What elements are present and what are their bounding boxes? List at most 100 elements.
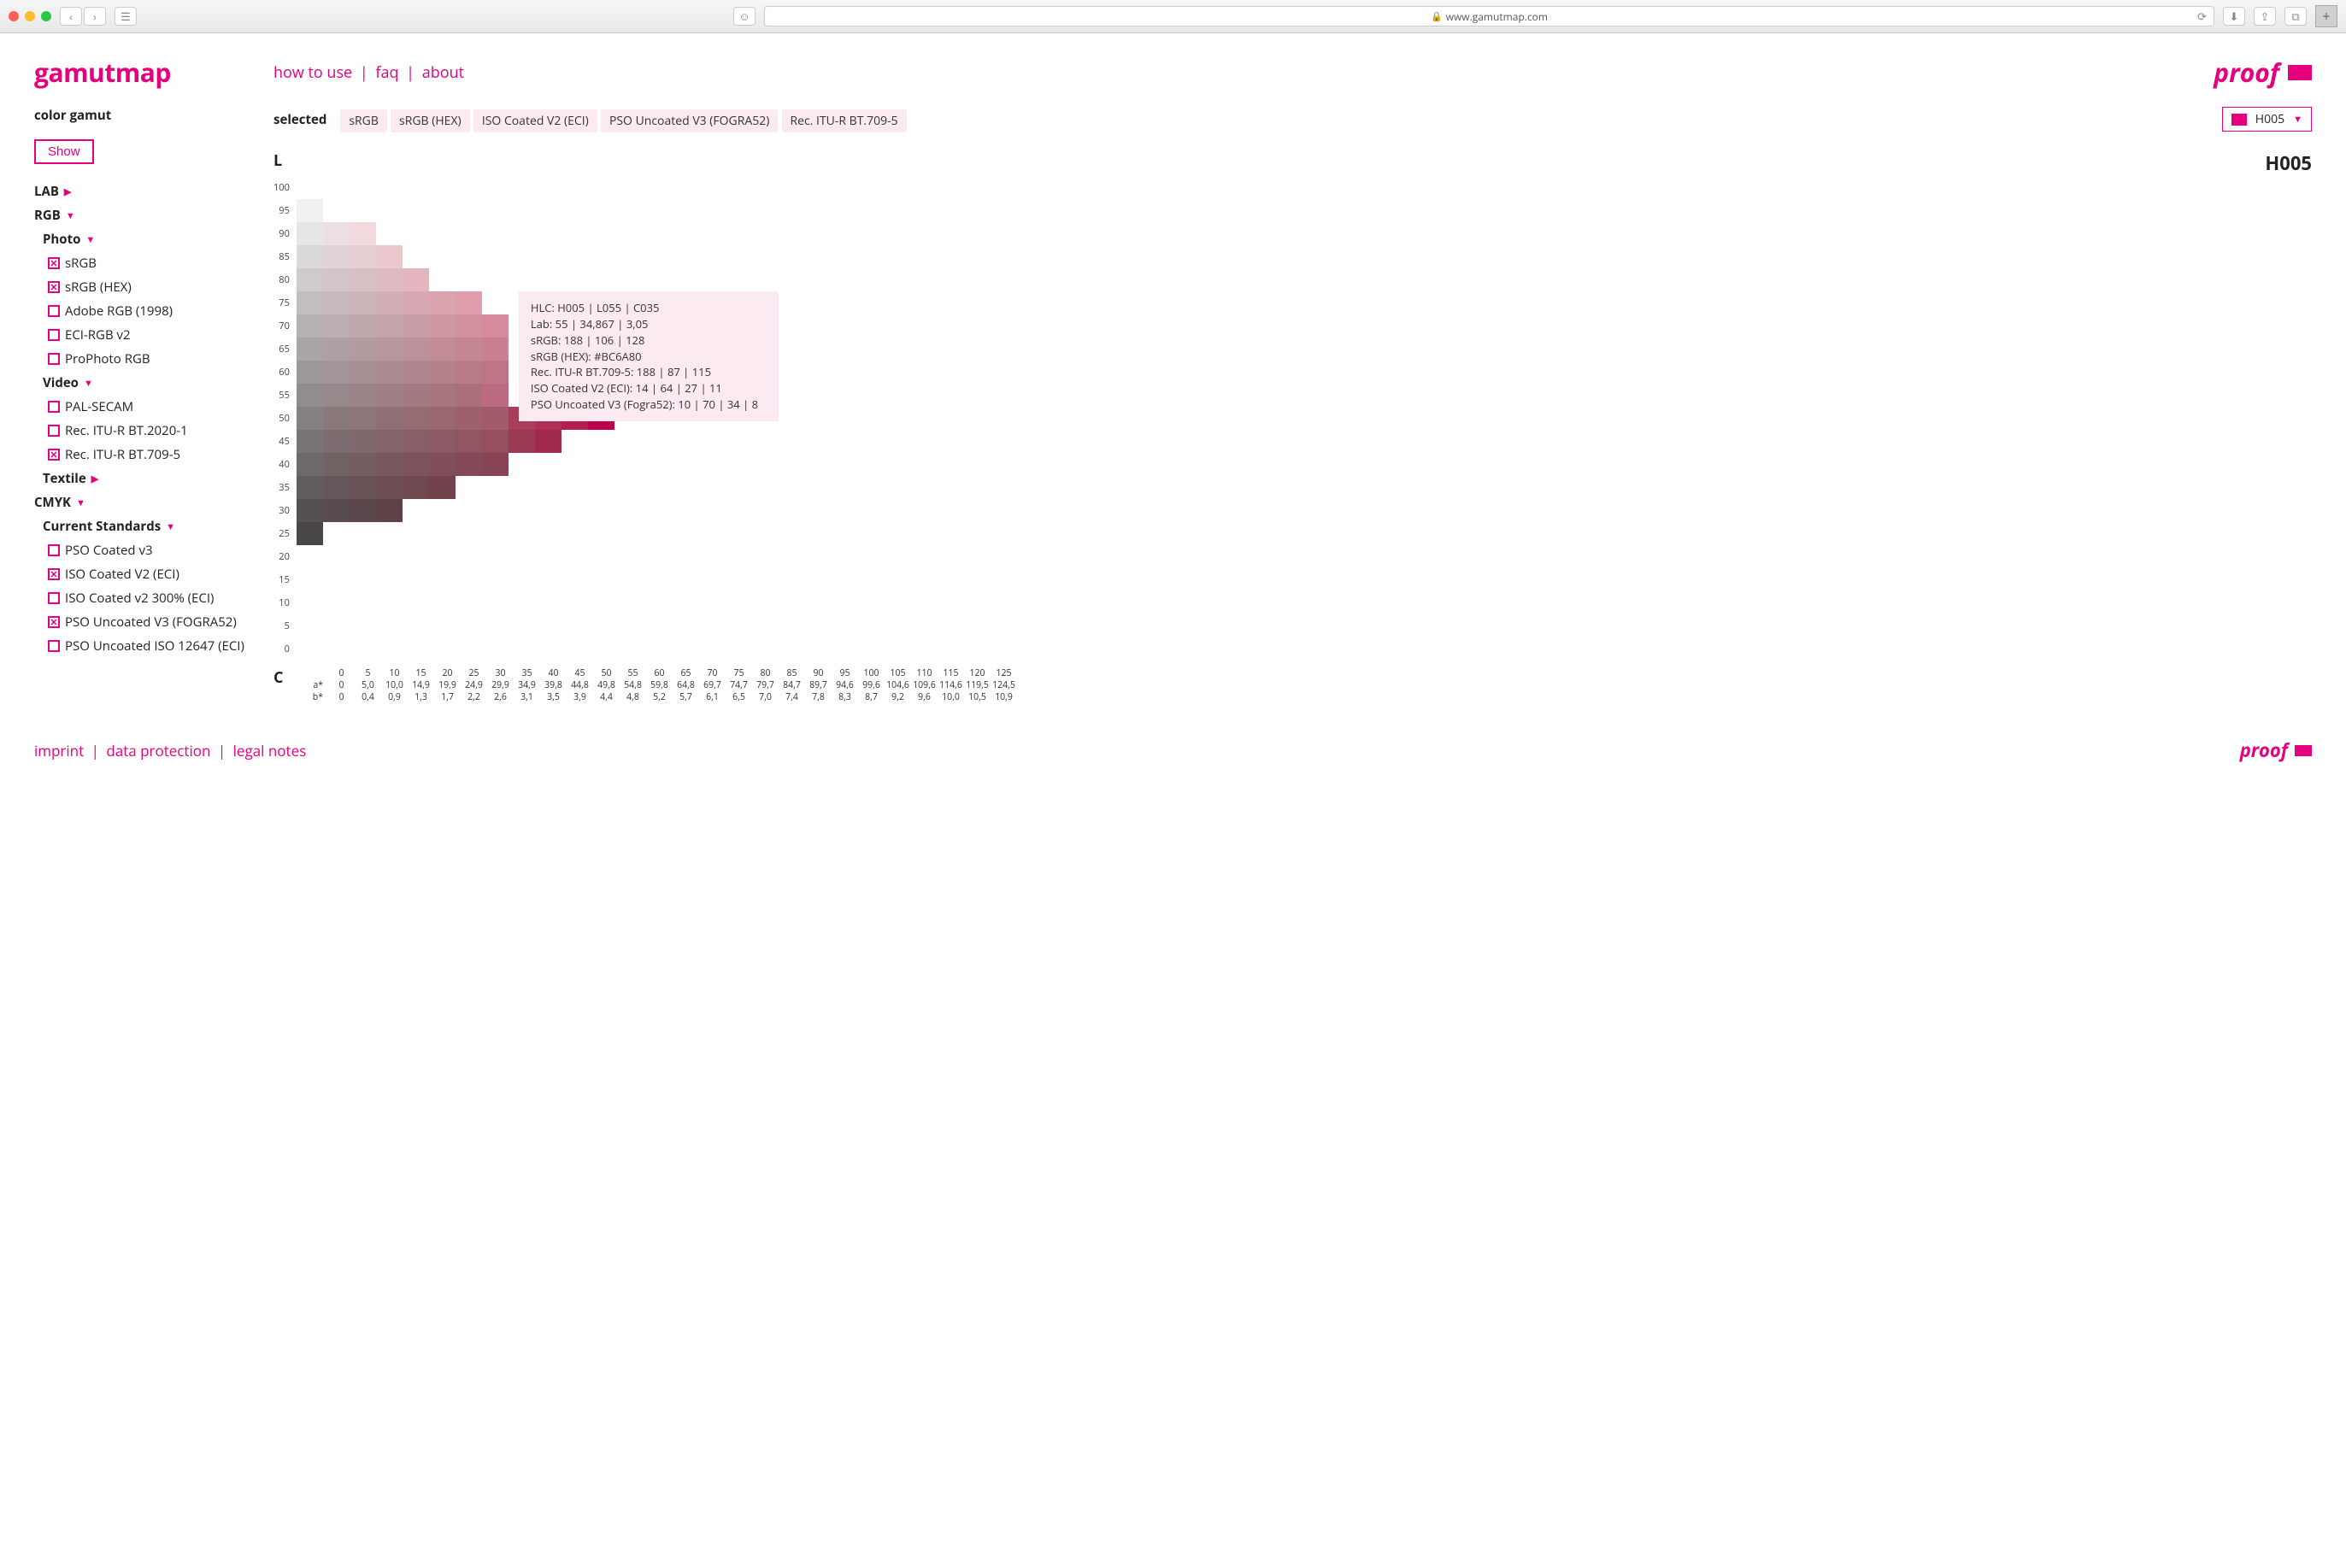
gamut-cell[interactable] [350, 361, 376, 384]
proof-logo[interactable]: proof [2214, 55, 2312, 90]
gamut-cell[interactable] [323, 361, 350, 384]
gamut-cell[interactable] [350, 384, 376, 407]
gamut-cell[interactable] [456, 291, 482, 314]
gamut-cell[interactable] [323, 476, 350, 499]
download-button[interactable]: ⬇ [2223, 7, 2245, 26]
gamut-cell[interactable] [376, 291, 403, 314]
checkbox-prophoto[interactable]: ProPhoto RGB [34, 347, 256, 371]
gamut-cell[interactable] [456, 407, 482, 430]
gamut-cell[interactable] [297, 245, 323, 268]
gamut-cell[interactable] [429, 476, 456, 499]
gamut-cell[interactable] [297, 476, 323, 499]
gamut-cell[interactable] [482, 338, 509, 361]
gamut-cell[interactable] [376, 407, 403, 430]
gamut-cell[interactable] [429, 338, 456, 361]
gamut-cell[interactable] [297, 199, 323, 222]
zoom-window-icon[interactable] [41, 11, 51, 21]
chip-iso-coated-v2-eci-[interactable]: ISO Coated V2 (ECI) [473, 109, 597, 132]
chip-rec-itu-r-bt-709-5[interactable]: Rec. ITU-R BT.709-5 [782, 109, 907, 132]
gamut-cell[interactable] [482, 453, 509, 476]
gamut-cell[interactable] [429, 291, 456, 314]
gamut-cell[interactable] [403, 476, 429, 499]
gamut-cell[interactable] [350, 314, 376, 338]
tree-lab[interactable]: LAB▶ [34, 179, 256, 203]
chip-pso-uncoated-v3-fogra52-[interactable]: PSO Uncoated V3 (FOGRA52) [601, 109, 778, 132]
tree-photo[interactable]: Photo▼ [34, 227, 256, 251]
gamut-cell[interactable] [403, 338, 429, 361]
gamut-cell[interactable] [297, 453, 323, 476]
gamut-cell[interactable] [429, 384, 456, 407]
gamut-cell[interactable] [482, 314, 509, 338]
gamut-cell[interactable] [376, 268, 403, 291]
gamut-cell[interactable] [376, 338, 403, 361]
gamut-cell[interactable] [297, 361, 323, 384]
link-how-to-use[interactable]: how to use [273, 62, 352, 83]
gamut-cell[interactable] [482, 407, 509, 430]
gamut-cell[interactable] [535, 430, 562, 453]
gamut-cell[interactable] [323, 222, 350, 245]
gamut-cell[interactable] [376, 430, 403, 453]
link-faq[interactable]: faq [375, 62, 398, 83]
checkbox-pso-uncoated[interactable]: PSO Uncoated V3 (FOGRA52) [34, 610, 256, 634]
gamut-cell[interactable] [429, 430, 456, 453]
checkbox-bt709[interactable]: Rec. ITU-R BT.709-5 [34, 443, 256, 467]
forward-button[interactable]: › [84, 7, 106, 26]
gamut-cell[interactable] [350, 453, 376, 476]
close-window-icon[interactable] [9, 11, 19, 21]
checkbox-srgb-hex[interactable]: sRGB (HEX) [34, 275, 256, 299]
gamut-cell[interactable] [297, 291, 323, 314]
gamut-cell[interactable] [376, 499, 403, 522]
tree-current-standards[interactable]: Current Standards▼ [34, 514, 256, 538]
checkbox-bt2020[interactable]: Rec. ITU-R BT.2020-1 [34, 419, 256, 443]
tabs-button[interactable]: ⧉ [2284, 7, 2307, 26]
reader-button[interactable]: ☺ [733, 7, 756, 26]
gamut-cell[interactable] [297, 222, 323, 245]
gamut-cell[interactable] [456, 314, 482, 338]
gamut-cell[interactable] [323, 453, 350, 476]
gamut-cell[interactable] [350, 499, 376, 522]
gamut-cell[interactable] [376, 361, 403, 384]
checkbox-pal[interactable]: PAL-SECAM [34, 395, 256, 419]
gamut-cell[interactable] [403, 314, 429, 338]
show-button[interactable]: Show [34, 139, 94, 164]
gamut-cell[interactable] [323, 338, 350, 361]
gamut-cell[interactable] [376, 476, 403, 499]
gamut-cell[interactable] [323, 245, 350, 268]
gamut-cell[interactable] [376, 453, 403, 476]
proof-logo-footer[interactable]: proof [2240, 737, 2312, 763]
gamut-cell[interactable] [323, 384, 350, 407]
reload-icon[interactable]: ⟳ [2197, 9, 2207, 24]
link-about[interactable]: about [422, 62, 464, 83]
gamut-cell[interactable] [429, 453, 456, 476]
gamut-cell[interactable] [376, 245, 403, 268]
chip-srgb[interactable]: sRGB [340, 109, 387, 132]
link-data-protection[interactable]: data protection [106, 741, 210, 761]
gamut-cell[interactable] [456, 384, 482, 407]
gamut-cell[interactable] [350, 222, 376, 245]
gamut-cell[interactable] [297, 522, 323, 545]
tree-video[interactable]: Video▼ [34, 371, 256, 395]
gamut-cell[interactable] [456, 430, 482, 453]
gamut-cell[interactable] [323, 407, 350, 430]
gamut-cell[interactable] [429, 361, 456, 384]
checkbox-pso-coated[interactable]: PSO Coated v3 [34, 538, 256, 562]
back-button[interactable]: ‹ [60, 7, 82, 26]
gamut-cell[interactable] [376, 384, 403, 407]
gamut-cell[interactable] [456, 338, 482, 361]
hue-dropdown[interactable]: H005 ▼ [2222, 107, 2312, 132]
minimize-window-icon[interactable] [25, 11, 35, 21]
gamut-cell[interactable] [350, 407, 376, 430]
checkbox-adobe-rgb[interactable]: Adobe RGB (1998) [34, 299, 256, 323]
link-imprint[interactable]: imprint [34, 741, 84, 761]
gamut-cell[interactable] [456, 453, 482, 476]
gamut-cell[interactable] [323, 268, 350, 291]
gamut-cell[interactable] [350, 476, 376, 499]
gamut-cell[interactable] [482, 361, 509, 384]
gamut-cell[interactable] [482, 384, 509, 407]
checkbox-eci-rgb[interactable]: ECI-RGB v2 [34, 323, 256, 347]
address-bar[interactable]: 🔒 www.gamutmap.com ⟳ [764, 6, 2214, 26]
gamut-cell[interactable] [429, 314, 456, 338]
gamut-cell[interactable] [323, 291, 350, 314]
link-legal[interactable]: legal notes [233, 741, 307, 761]
gamut-cell[interactable] [323, 314, 350, 338]
